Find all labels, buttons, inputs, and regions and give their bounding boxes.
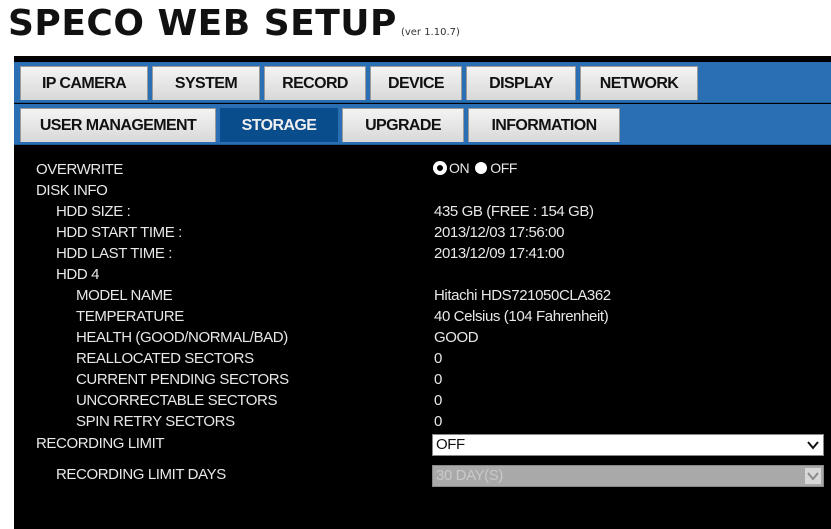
tab-upgrade[interactable]: UPGRADE	[342, 108, 464, 142]
overwrite-radio-group: ON OFF	[434, 160, 523, 176]
hdd-size-value: 435 GB (FREE : 154 GB)	[434, 203, 594, 220]
version-text: (ver 1.10.7)	[400, 27, 460, 38]
uncorrectable-sectors-row: UNCORRECTABLE SECTORS 0	[14, 390, 831, 412]
model-name-value: Hitachi HDS721050CLA362	[434, 287, 611, 304]
hdd-start-time-row: HDD START TIME : 2013/12/03 17:56:00	[14, 222, 831, 244]
overwrite-row: OVERWRITE ON OFF	[14, 159, 831, 181]
model-name-label: MODEL NAME	[76, 287, 173, 304]
uncorrectable-sectors-label: UNCORRECTABLE SECTORS	[76, 392, 278, 409]
recording-limit-select[interactable]: OFF	[432, 434, 824, 456]
tab-record[interactable]: RECORD	[264, 66, 366, 100]
hdd-start-time-value: 2013/12/03 17:56:00	[434, 224, 565, 241]
spin-retry-sectors-row: SPIN RETRY SECTORS 0	[14, 411, 831, 433]
overwrite-off-radio[interactable]	[475, 162, 488, 174]
tab-device[interactable]: DEVICE	[370, 66, 462, 100]
health-label: HEALTH (GOOD/NORMAL/BAD)	[76, 329, 288, 346]
tab-display[interactable]: DISPLAY	[466, 66, 576, 100]
pending-sectors-row: CURRENT PENDING SECTORS 0	[14, 369, 831, 391]
tab-ip-camera[interactable]: IP CAMERA	[20, 66, 148, 100]
pending-sectors-label: CURRENT PENDING SECTORS	[76, 371, 289, 388]
main-tab-bar: IP CAMERA SYSTEM RECORD DEVICE DISPLAY N…	[14, 62, 831, 103]
spin-retry-sectors-value: 0	[434, 413, 442, 430]
recording-limit-days-value: 30 DAY(S)	[436, 467, 503, 484]
temperature-row: TEMPERATURE 40 Celsius (104 Fahrenheit)	[14, 306, 831, 328]
reallocated-sectors-value: 0	[434, 350, 442, 367]
hdd-last-time-label: HDD LAST TIME :	[56, 245, 172, 262]
hdd-start-time-label: HDD START TIME :	[56, 224, 182, 241]
temperature-value: 40 Celsius (104 Fahrenheit)	[434, 308, 609, 325]
hdd-number-row: HDD 4	[14, 264, 831, 286]
temperature-label: TEMPERATURE	[76, 308, 184, 325]
page-title: SPECO WEB SETUP (ver 1.10.7)	[8, 2, 460, 55]
title-text: SPECO WEB SETUP	[8, 3, 397, 44]
recording-limit-row: RECORDING LIMIT OFF	[14, 433, 831, 456]
hdd-number-label: HDD 4	[56, 266, 100, 283]
health-value: GOOD	[434, 329, 479, 346]
model-name-row: MODEL NAME Hitachi HDS721050CLA362	[14, 285, 831, 307]
spin-retry-sectors-label: SPIN RETRY SECTORS	[76, 413, 235, 430]
tab-system[interactable]: SYSTEM	[152, 66, 260, 100]
settings-panel: IP CAMERA SYSTEM RECORD DEVICE DISPLAY N…	[14, 56, 831, 529]
recording-limit-label: RECORDING LIMIT	[36, 435, 165, 452]
overwrite-on-label: ON	[449, 160, 470, 176]
chevron-down-icon	[807, 441, 819, 450]
recording-limit-days-row: RECORDING LIMIT DAYS 30 DAY(S)	[14, 464, 831, 487]
overwrite-label: OVERWRITE	[36, 161, 123, 178]
disk-info-row: DISK INFO	[14, 180, 831, 202]
tab-network[interactable]: NETWORK	[580, 66, 698, 100]
hdd-size-row: HDD SIZE : 435 GB (FREE : 154 GB)	[14, 201, 831, 223]
tab-storage[interactable]: STORAGE	[220, 108, 338, 142]
hdd-size-label: HDD SIZE :	[56, 203, 131, 220]
overwrite-off-label: OFF	[490, 160, 517, 176]
hdd-last-time-row: HDD LAST TIME : 2013/12/09 17:41:00	[14, 243, 831, 265]
chevron-down-icon	[805, 468, 821, 484]
uncorrectable-sectors-value: 0	[434, 392, 442, 409]
sub-tab-bar: USER MANAGEMENT STORAGE UPGRADE INFORMAT…	[14, 104, 831, 145]
pending-sectors-value: 0	[434, 371, 442, 388]
hdd-last-time-value: 2013/12/09 17:41:00	[434, 245, 565, 262]
recording-limit-value: OFF	[436, 436, 465, 453]
health-row: HEALTH (GOOD/NORMAL/BAD) GOOD	[14, 327, 831, 349]
reallocated-sectors-row: REALLOCATED SECTORS 0	[14, 348, 831, 370]
overwrite-on-radio[interactable]	[434, 162, 446, 174]
recording-limit-days-select[interactable]: 30 DAY(S)	[432, 465, 824, 487]
tab-information[interactable]: INFORMATION	[468, 108, 620, 142]
reallocated-sectors-label: REALLOCATED SECTORS	[76, 350, 254, 367]
disk-info-label: DISK INFO	[36, 182, 108, 199]
tab-user-management[interactable]: USER MANAGEMENT	[20, 108, 216, 142]
recording-limit-days-label: RECORDING LIMIT DAYS	[56, 466, 226, 483]
